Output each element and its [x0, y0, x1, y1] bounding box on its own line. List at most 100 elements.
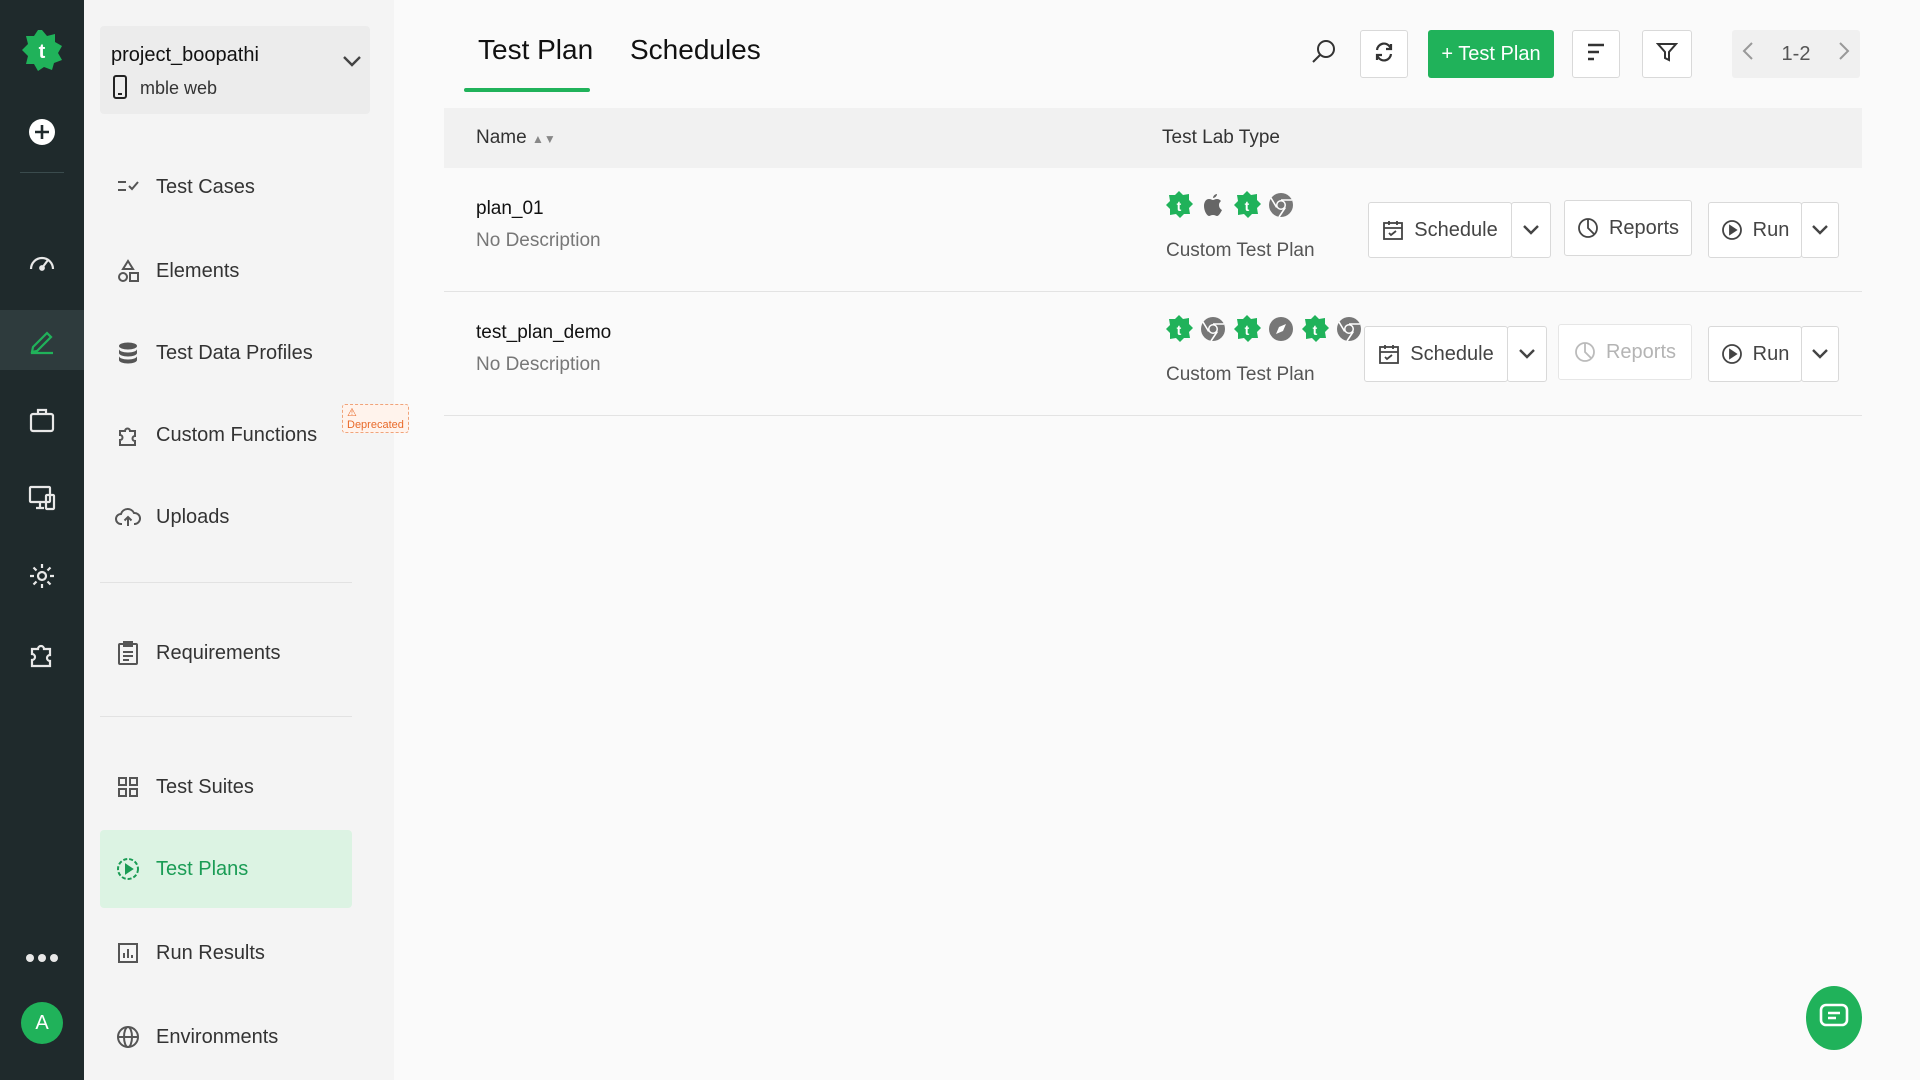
svg-text:t: t	[1245, 322, 1250, 338]
filter-button[interactable]	[1642, 30, 1692, 78]
sort-button[interactable]	[1572, 30, 1620, 78]
schedule-dropdown-button[interactable]	[1511, 202, 1551, 258]
project-name: project_boopathi	[111, 44, 259, 66]
sidebar-divider	[100, 716, 352, 717]
clipboard-icon	[114, 639, 142, 667]
play-icon	[1721, 219, 1743, 241]
chevron-left-icon[interactable]	[1742, 41, 1754, 67]
run-dropdown-button[interactable]	[1801, 202, 1839, 258]
calendar-icon	[1378, 343, 1400, 365]
sidebar-item-label: Requirements	[156, 641, 281, 664]
sidebar-divider	[100, 582, 352, 583]
run-button[interactable]: Run	[1708, 326, 1802, 382]
sidebar-item-test-data-profiles[interactable]: Test Data Profiles	[100, 314, 352, 392]
edit-icon[interactable]	[0, 310, 84, 370]
chevron-down-icon	[1811, 219, 1829, 242]
lab-icons: t t t	[1164, 314, 1364, 349]
plan-name[interactable]: plan_01	[476, 198, 544, 220]
chevron-right-icon[interactable]	[1838, 41, 1850, 67]
schedule-dropdown-button[interactable]	[1507, 326, 1547, 382]
sidebar-item-test-cases[interactable]: Test Cases	[100, 148, 352, 226]
schedule-label: Schedule	[1414, 218, 1498, 241]
rail-divider	[20, 172, 64, 173]
reports-button[interactable]: Reports	[1558, 324, 1692, 380]
add-test-plan-button[interactable]: + Test Plan	[1428, 30, 1554, 78]
sidebar-item-elements[interactable]: Elements	[100, 232, 352, 310]
reports-button[interactable]: Reports	[1564, 200, 1692, 256]
project-selector[interactable]: project_boopathi mble web	[100, 26, 370, 114]
svg-text:t: t	[1313, 322, 1318, 338]
reports-label: Reports	[1608, 216, 1680, 239]
sidebar-item-test-suites[interactable]: Test Suites	[100, 748, 352, 826]
plan-name[interactable]: test_plan_demo	[476, 322, 611, 344]
chevron-down-icon	[1811, 343, 1829, 366]
filter-icon	[1655, 41, 1679, 68]
logo-icon[interactable]: t	[0, 20, 84, 80]
schedule-button[interactable]: Schedule	[1364, 326, 1508, 382]
calendar-icon	[1382, 219, 1404, 241]
sidebar-item-label: Test Data Profiles	[156, 341, 313, 364]
schedule-label: Schedule	[1410, 342, 1494, 365]
project-platform: mble web	[140, 78, 218, 98]
schedule-button[interactable]: Schedule	[1368, 202, 1512, 258]
run-label: Run	[1752, 342, 1790, 365]
pie-chart-icon	[1574, 341, 1596, 363]
sidebar-item-test-plans[interactable]: Test Plans	[100, 830, 352, 908]
addons-icon[interactable]	[0, 624, 84, 684]
plan-description: No Description	[476, 230, 601, 251]
sidebar-item-label: Test Suites	[156, 775, 254, 798]
table-row[interactable]: plan_01 No Description t t Custom Test P…	[444, 168, 1862, 292]
add-icon[interactable]	[0, 102, 84, 162]
chrome-icon	[1266, 190, 1296, 225]
warning-icon: ⚠	[347, 407, 357, 419]
svg-text:t: t	[1177, 322, 1182, 338]
testsigma-icon: t	[1164, 190, 1194, 225]
grid-icon	[114, 773, 142, 801]
table-header: Name ▲▼ Test Lab Type	[444, 108, 1862, 168]
lab-type: Custom Test Plan	[1166, 364, 1315, 385]
sort-arrows-icon[interactable]: ▲▼	[532, 132, 556, 146]
tab-test-plan[interactable]: Test Plan	[478, 34, 593, 66]
chevron-down-icon[interactable]	[342, 54, 362, 72]
avatar[interactable]: A	[21, 1002, 63, 1044]
dashboard-icon[interactable]	[0, 232, 84, 292]
testsigma-icon: t	[1232, 314, 1262, 349]
bar-chart-icon	[114, 939, 142, 967]
chrome-icon	[1198, 314, 1228, 349]
cloud-upload-icon	[114, 503, 142, 531]
refresh-button[interactable]	[1360, 30, 1408, 78]
sidebar-item-requirements[interactable]: Requirements	[100, 614, 352, 692]
settings-icon[interactable]	[0, 546, 84, 606]
sidebar-item-custom-functions[interactable]: Custom Functions	[100, 396, 352, 474]
sidebar-item-uploads[interactable]: Uploads	[100, 478, 352, 556]
more-icon[interactable]	[0, 928, 84, 988]
sidebar-item-label: Elements	[156, 259, 240, 282]
testsigma-icon: t	[1232, 190, 1262, 225]
table-row[interactable]: test_plan_demo No Description t t t Cust…	[444, 292, 1862, 416]
testsigma-icon: t	[1164, 314, 1194, 349]
globe-icon	[114, 1023, 142, 1051]
tab-schedules[interactable]: Schedules	[630, 34, 761, 66]
briefcase-icon[interactable]	[0, 390, 84, 450]
run-button[interactable]: Run	[1708, 202, 1802, 258]
devices-icon[interactable]	[0, 468, 84, 528]
deprecated-badge: ⚠ Deprecated	[342, 404, 409, 433]
sidebar-item-environments[interactable]: Environments	[100, 998, 352, 1076]
sort-icon	[1586, 42, 1606, 67]
pagination: 1-2	[1732, 30, 1860, 78]
run-label: Run	[1752, 218, 1790, 241]
chat-button[interactable]	[1806, 986, 1862, 1050]
sidebar-item-run-results[interactable]: Run Results	[100, 914, 352, 992]
sidebar-item-label: Test Cases	[156, 175, 255, 198]
active-tab-indicator	[464, 88, 590, 92]
sidebar-item-label: Custom Functions	[156, 423, 318, 446]
lab-type: Custom Test Plan	[1166, 240, 1315, 261]
refresh-icon	[1373, 41, 1395, 68]
run-dropdown-button[interactable]	[1801, 326, 1839, 382]
mobile-icon	[112, 74, 128, 105]
testsigma-icon: t	[1300, 314, 1330, 349]
left-rail: t A	[0, 0, 84, 1080]
column-header-name[interactable]: Name ▲▼	[476, 127, 556, 149]
play-icon	[1721, 343, 1743, 365]
search-button[interactable]	[1306, 36, 1342, 72]
